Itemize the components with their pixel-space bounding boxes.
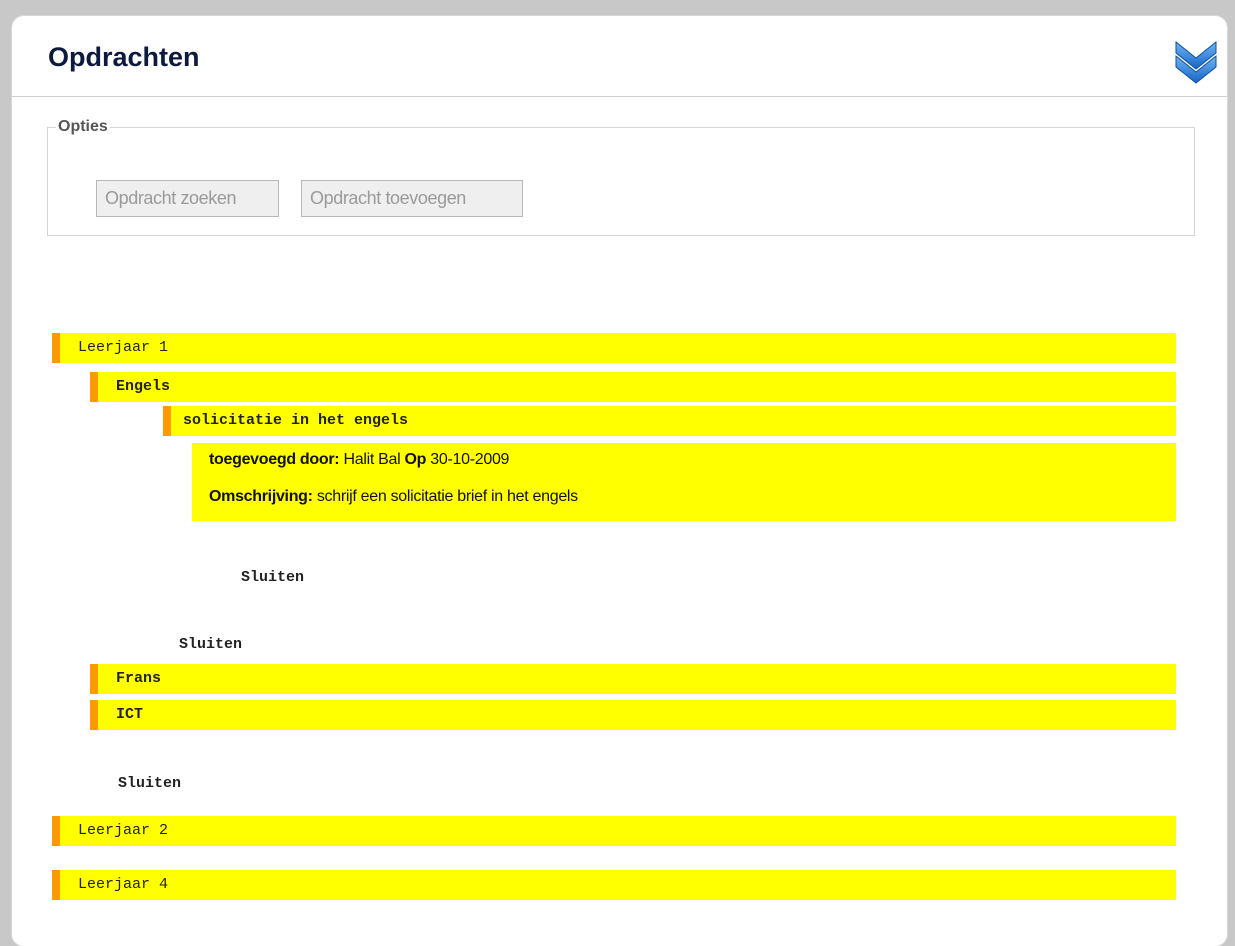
options-legend: Opties xyxy=(58,118,108,135)
add-assignment-button[interactable]: Opdracht toevoegen xyxy=(301,180,523,217)
tree-item-assignment[interactable]: solicitatie in het engels xyxy=(163,406,1176,436)
assignments-panel: Opdrachten Opties Opdracht zoeken Opdrac… xyxy=(12,16,1227,946)
tree-item-leerjaar-4[interactable]: Leerjaar 4 xyxy=(52,870,1176,900)
added-by-label: toegevoegd door: xyxy=(209,451,340,468)
tree-item-leerjaar-1[interactable]: Leerjaar 1 xyxy=(52,333,1176,363)
description-line: Omschrijving: schrijf een solicitatie br… xyxy=(209,488,1176,506)
search-assignment-button[interactable]: Opdracht zoeken xyxy=(96,180,279,217)
tree-item-leerjaar-2[interactable]: Leerjaar 2 xyxy=(52,816,1176,846)
close-assignment-link[interactable]: Sluiten xyxy=(241,569,304,586)
tree-item-engels[interactable]: Engels xyxy=(90,372,1176,402)
added-by-line: toegevoegd door: Halit Bal Op 30-10-2009 xyxy=(209,451,1176,469)
close-leerjaar-1-link[interactable]: Sluiten xyxy=(118,775,181,792)
added-by-value: Halit Bal xyxy=(343,451,401,468)
assignment-detail: toegevoegd door: Halit Bal Op 30-10-2009… xyxy=(192,443,1176,521)
tree-item-frans[interactable]: Frans xyxy=(90,664,1176,694)
double-chevron-down-icon[interactable] xyxy=(1174,38,1218,84)
description-label: Omschrijving: xyxy=(209,488,313,505)
panel-header: Opdrachten xyxy=(12,16,1227,97)
options-fieldset: Opties xyxy=(47,118,1195,236)
page-title: Opdrachten xyxy=(48,42,200,72)
date-label: Op xyxy=(404,451,427,468)
description-value: schrijf een solicitatie brief in het eng… xyxy=(316,488,578,505)
close-engels-link[interactable]: Sluiten xyxy=(179,636,242,653)
tree-item-ict[interactable]: ICT xyxy=(90,700,1176,730)
date-value: 30-10-2009 xyxy=(430,451,510,468)
